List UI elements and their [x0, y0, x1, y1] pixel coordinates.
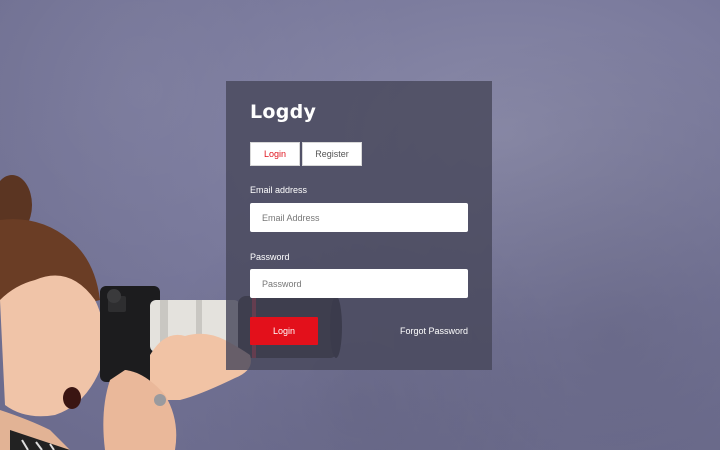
auth-tabs: Login Register — [250, 142, 362, 166]
password-label: Password — [250, 252, 290, 262]
brand-logo: Logdy — [250, 101, 317, 123]
email-input[interactable] — [250, 203, 468, 232]
forgot-password-link[interactable]: Forgot Password — [400, 326, 468, 336]
login-button[interactable]: Login — [250, 317, 318, 345]
tab-login[interactable]: Login — [250, 142, 300, 166]
login-panel: Logdy Login Register Email address Passw… — [226, 81, 492, 370]
tab-register[interactable]: Register — [302, 142, 362, 166]
email-label: Email address — [250, 185, 308, 195]
password-input[interactable] — [250, 269, 468, 298]
